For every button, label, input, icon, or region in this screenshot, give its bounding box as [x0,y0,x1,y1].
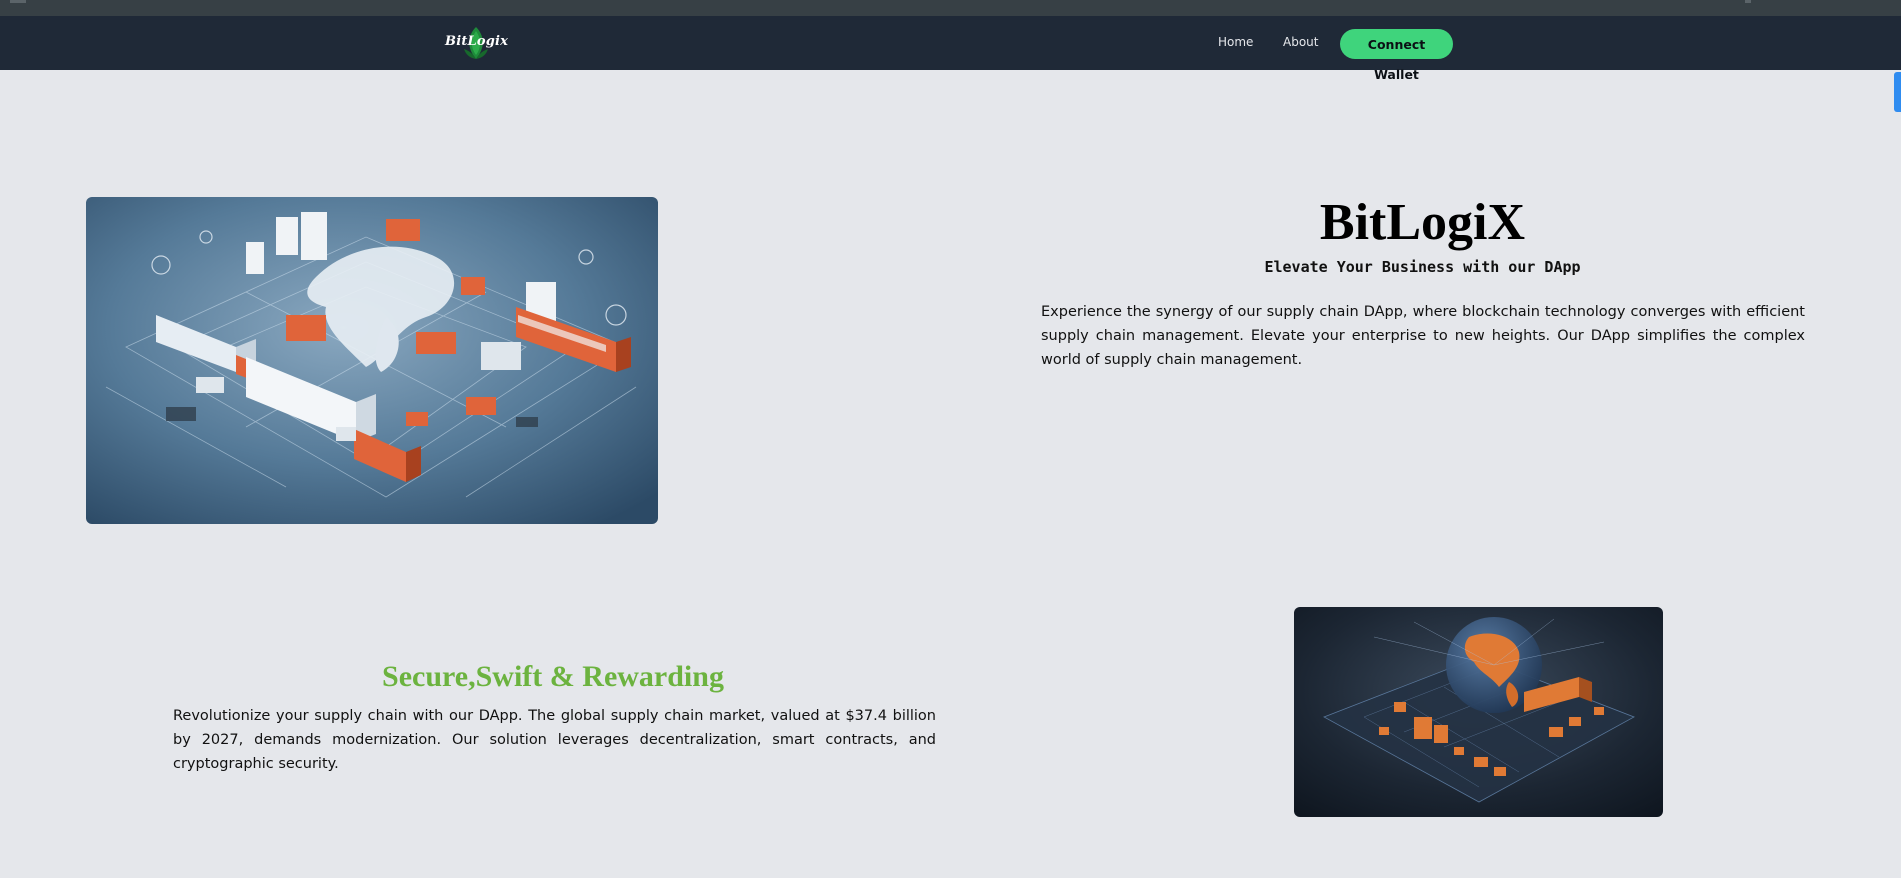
nav-home-link[interactable]: Home [1218,35,1253,49]
hero-subtitle: Elevate Your Business with our DApp [1264,258,1581,276]
browser-top-strip [0,0,1901,16]
global-network-illustration [1294,607,1663,817]
navbar: BitLogix Home About Connect Wallet [0,16,1901,82]
feature-description: Revolutionize your supply chain with our… [173,708,936,772]
browser-menu-icon [10,0,26,3]
supply-chain-illustration [86,197,658,524]
connect-wallet-button[interactable]: Connect Wallet [1340,29,1453,82]
feature-title: Secure,Swift & Rewarding [382,660,724,693]
browser-control-icon [1745,0,1751,3]
logo[interactable]: BitLogix [440,25,512,61]
nav-about-link[interactable]: About [1283,35,1318,49]
hero-title: BitLogiX [1319,194,1526,251]
hero-description: Experience the synergy of our supply cha… [1041,304,1805,368]
scrollbar-thumb[interactable] [1894,72,1901,112]
logo-text: BitLogix [445,34,509,49]
